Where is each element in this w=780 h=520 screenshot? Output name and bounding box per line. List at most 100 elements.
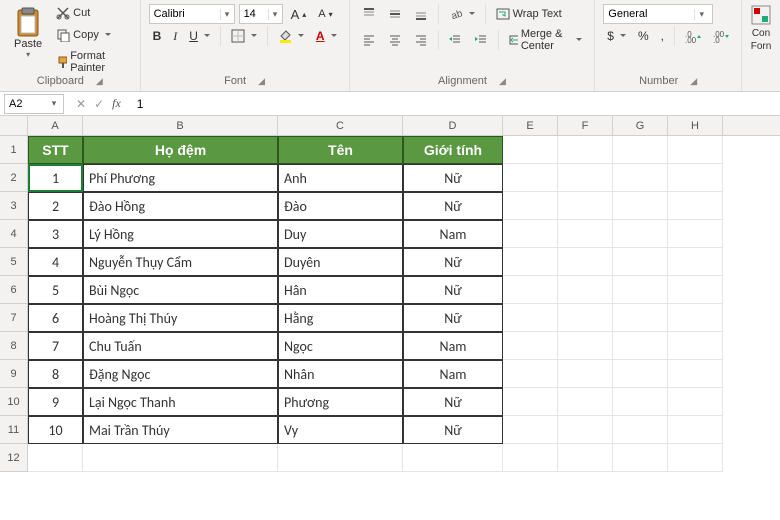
cell[interactable]: Mai Trần Thúy (83, 416, 278, 444)
cell[interactable]: Giới tính (403, 136, 503, 164)
cell[interactable] (668, 304, 723, 332)
borders-button[interactable] (227, 27, 261, 45)
cell[interactable]: Lại Ngọc Thanh (83, 388, 278, 416)
number-format-caret[interactable]: ▾ (694, 9, 708, 20)
cell[interactable]: Duyên (278, 248, 403, 276)
cell[interactable]: Phí Phương (83, 164, 278, 192)
row-header[interactable]: 4 (0, 220, 28, 248)
row-header[interactable]: 8 (0, 332, 28, 360)
cell[interactable] (558, 416, 613, 444)
row-header[interactable]: 5 (0, 248, 28, 276)
align-left-button[interactable] (358, 31, 380, 49)
name-box[interactable]: ▾ (4, 94, 64, 114)
cell[interactable]: Lý Hồng (83, 220, 278, 248)
cancel-icon[interactable]: ✕ (76, 97, 86, 111)
col-header-H[interactable]: H (668, 116, 723, 135)
cell[interactable] (668, 164, 723, 192)
cell[interactable] (613, 304, 668, 332)
cell[interactable] (503, 136, 558, 164)
cell[interactable] (613, 388, 668, 416)
align-middle-button[interactable] (384, 5, 406, 23)
name-box-input[interactable] (5, 98, 47, 110)
cell[interactable] (558, 164, 613, 192)
underline-button[interactable]: U (185, 27, 214, 45)
cell[interactable] (668, 388, 723, 416)
cell[interactable] (613, 164, 668, 192)
fx-icon[interactable]: fx (112, 96, 121, 111)
cell[interactable] (558, 248, 613, 276)
font-launcher-icon[interactable]: ◢ (258, 76, 265, 87)
col-header-G[interactable]: G (613, 116, 668, 135)
cell[interactable] (668, 136, 723, 164)
cell[interactable] (503, 360, 558, 388)
cell[interactable]: Nữ (403, 304, 503, 332)
currency-button[interactable]: $ (603, 27, 630, 45)
font-name-combo[interactable]: ▾ (149, 4, 235, 24)
increase-font-button[interactable]: A▴ (287, 5, 311, 24)
cell[interactable]: Đặng Ngọc (83, 360, 278, 388)
decrease-font-button[interactable]: A▾ (314, 6, 336, 22)
cell[interactable]: Vy (278, 416, 403, 444)
copy-button[interactable]: Copy (52, 26, 131, 44)
cell[interactable] (558, 220, 613, 248)
italic-button[interactable]: I (169, 27, 181, 46)
cell[interactable]: Nữ (403, 248, 503, 276)
cell[interactable]: Đào Hồng (83, 192, 278, 220)
alignment-launcher-icon[interactable]: ◢ (499, 76, 506, 87)
row-header[interactable]: 10 (0, 388, 28, 416)
bold-button[interactable]: B (149, 27, 166, 45)
cell[interactable] (558, 304, 613, 332)
cell[interactable] (668, 220, 723, 248)
cell[interactable]: 1 (28, 164, 83, 192)
cell[interactable] (503, 416, 558, 444)
align-bottom-button[interactable] (410, 5, 432, 23)
cell[interactable]: Nữ (403, 164, 503, 192)
row-header[interactable]: 12 (0, 444, 28, 472)
name-box-caret[interactable]: ▾ (47, 98, 61, 109)
formula-input[interactable] (129, 94, 780, 114)
cell[interactable] (668, 332, 723, 360)
cell[interactable]: Nam (403, 220, 503, 248)
increase-decimal-button[interactable]: .0.00 (681, 27, 705, 45)
cell[interactable] (503, 332, 558, 360)
cell[interactable]: Nữ (403, 192, 503, 220)
cell[interactable]: 8 (28, 360, 83, 388)
number-format-combo[interactable]: ▾ (603, 4, 713, 24)
row-header[interactable]: 3 (0, 192, 28, 220)
cell[interactable] (668, 248, 723, 276)
cell[interactable]: Ngọc (278, 332, 403, 360)
select-all-corner[interactable] (0, 116, 28, 135)
cell[interactable] (613, 248, 668, 276)
cell[interactable] (558, 388, 613, 416)
cell[interactable] (613, 332, 668, 360)
cell[interactable]: Họ đệm (83, 136, 278, 164)
cell[interactable] (403, 444, 503, 472)
cell[interactable]: Nam (403, 332, 503, 360)
cell[interactable] (668, 276, 723, 304)
font-color-button[interactable]: A (312, 27, 341, 45)
comma-button[interactable]: , (657, 27, 668, 45)
cell[interactable] (503, 164, 558, 192)
cell[interactable] (613, 192, 668, 220)
row-header[interactable]: 9 (0, 360, 28, 388)
cell[interactable] (278, 444, 403, 472)
cell[interactable]: Phương (278, 388, 403, 416)
cell[interactable] (613, 444, 668, 472)
cell[interactable]: Anh (278, 164, 403, 192)
cell[interactable]: Tên (278, 136, 403, 164)
cell[interactable] (613, 136, 668, 164)
cell[interactable] (28, 444, 83, 472)
percent-button[interactable]: % (634, 27, 653, 45)
cell[interactable]: 5 (28, 276, 83, 304)
cell[interactable] (558, 332, 613, 360)
cell[interactable] (558, 192, 613, 220)
cell[interactable]: 9 (28, 388, 83, 416)
cut-button[interactable]: Cut (52, 4, 131, 22)
col-header-D[interactable]: D (403, 116, 503, 135)
cell[interactable]: Hằng (278, 304, 403, 332)
align-center-button[interactable] (384, 31, 406, 49)
clipboard-launcher-icon[interactable]: ◢ (96, 76, 103, 87)
col-header-F[interactable]: F (558, 116, 613, 135)
decrease-decimal-button[interactable]: .00.0 (709, 27, 733, 45)
cell[interactable] (613, 276, 668, 304)
